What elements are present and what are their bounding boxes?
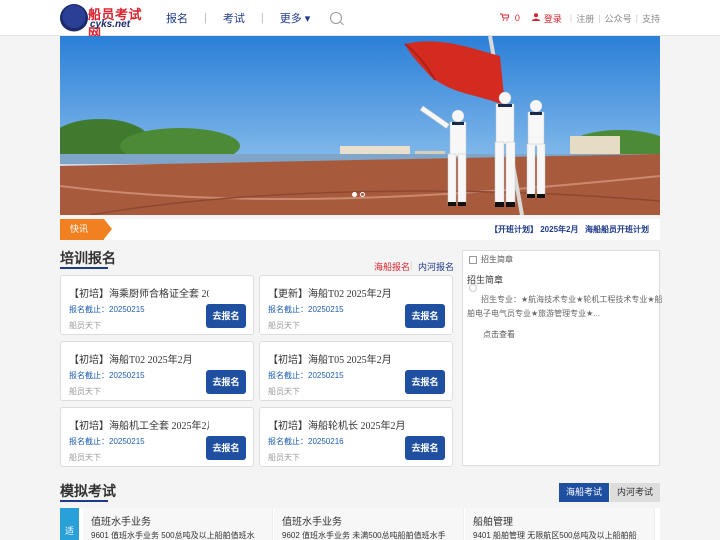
top-header: 船员考试网 cyks.net 报名 | 考试 | 更多 ▾ 0 登录 | 注册 …: [0, 0, 720, 41]
exam-item[interactable]: 船舶管理 9401 船舶管理 无限航区500总吨及以上船舶船: [465, 508, 655, 540]
course-title: 【初培】海船机工全套 2025年2月: [69, 421, 209, 432]
course-title: 【初培】海船轮机长 2025年2月: [268, 421, 406, 432]
user-icon: [531, 13, 540, 23]
banner-pagination: [352, 192, 365, 197]
carousel-prev-icon[interactable]: [469, 284, 477, 292]
course-deadline: 报名截止：20250216: [268, 437, 344, 446]
broken-image-icon: [469, 255, 477, 264]
tab-separator: |: [410, 260, 413, 270]
signup-button[interactable]: 去报名: [405, 436, 445, 460]
brochure-text: 招生专业：★航海技术专业★轮机工程技术专业★船舶电子电气员专业★旅游管理专业★.…: [467, 295, 663, 318]
course-deadline: 报名截止：20250215: [69, 437, 145, 446]
exam-item-desc: 9602 值班水手业务 未满500总吨船舶值班水手: [282, 531, 446, 540]
header-separator: |: [598, 13, 601, 23]
nav-separator: |: [260, 12, 264, 24]
news-ticker: 快讯 【开班计划】 2025年2月 海船船员开班计划: [60, 219, 660, 240]
login-link[interactable]: 登录: [544, 12, 562, 25]
course-source: 船员天下: [268, 387, 300, 396]
news-tag: 快讯: [60, 219, 112, 240]
course-source: 船员天下: [268, 453, 300, 462]
course-title: 【更新】海船T02 2025年2月: [268, 289, 392, 300]
course-source: 船员天下: [69, 387, 101, 396]
course-card[interactable]: 【更新】海船T02 2025年2月 报名截止：20250215 船员天下 去报名: [259, 275, 453, 335]
exam-item-title: 船舶管理: [473, 517, 513, 528]
exam-item[interactable]: 值班水手业务 9601 值班水手业务 500总吨及以上船舶值班水: [83, 508, 273, 540]
course-card[interactable]: 【初培】海船T05 2025年2月 报名截止：20250215 船员天下 去报名: [259, 341, 453, 401]
course-title: 【初培】海船T02 2025年2月: [69, 355, 193, 366]
header-separator: |: [635, 13, 638, 23]
logo-emblem-icon: [60, 4, 88, 32]
signup-button[interactable]: 去报名: [206, 370, 246, 394]
section-title-exam: 模拟考试: [60, 483, 116, 499]
course-source: 船员天下: [69, 453, 101, 462]
course-deadline: 报名截止：20250215: [268, 305, 344, 314]
support-link[interactable]: 支持: [642, 12, 660, 25]
nav-more-label: 更多: [279, 13, 302, 25]
course-card[interactable]: 【初培】海船机工全套 2025年2月 报名截止：20250215 船员天下 去报…: [60, 407, 254, 467]
register-link[interactable]: 注册: [576, 12, 594, 25]
course-source: 船员天下: [268, 321, 300, 330]
banner-flag-ceremony-image: [60, 36, 660, 215]
news-item[interactable]: 海船船员开班计划: [585, 219, 649, 240]
view-more-link[interactable]: 点击查看: [483, 329, 515, 340]
cart-count: 0: [514, 13, 520, 23]
exam-side-tab[interactable]: 适: [60, 508, 79, 540]
news-item[interactable]: 【开班计划】 2025年2月: [490, 219, 578, 240]
exam-item-title: 值班水手业务: [282, 517, 342, 528]
brochure-image-alt: 招生简章: [481, 255, 513, 264]
banner-dot[interactable]: [352, 192, 357, 197]
course-deadline: 报名截止：20250215: [69, 305, 145, 314]
course-card[interactable]: 【初培】海乘厨师合格证全套 202 报名截止：20250215 船员天下 去报名: [60, 275, 254, 335]
nav-item-signup[interactable]: 报名: [156, 10, 198, 26]
section-underline: [60, 267, 108, 269]
search-icon[interactable]: [330, 12, 343, 24]
nav-item-exam[interactable]: 考试: [213, 10, 255, 26]
signup-button[interactable]: 去报名: [405, 304, 445, 328]
exam-list: 适 值班水手业务 9601 值班水手业务 500总吨及以上船舶值班水 值班水手业…: [60, 508, 660, 540]
exam-item-desc: 9401 船舶管理 无限航区500总吨及以上船舶船: [473, 531, 637, 540]
signup-button[interactable]: 去报名: [206, 304, 246, 328]
enrollment-brochure-panel: 招生简章 招生简章 招生专业：★航海技术专业★轮机工程技术专业★船舶电子电气员专…: [462, 250, 663, 466]
header-separator: |: [569, 13, 573, 23]
course-card[interactable]: 【初培】海船轮机长 2025年2月 报名截止：20250216 船员天下 去报名: [259, 407, 453, 467]
tab-river-exam[interactable]: 内河考试: [610, 483, 660, 502]
logo-domain: cyks.net: [90, 19, 131, 30]
site-logo[interactable]: 船员考试网 cyks.net: [60, 4, 146, 41]
main-nav: 报名 | 考试 | 更多 ▾: [156, 0, 343, 36]
tab-sea-signup[interactable]: 海船报名: [374, 260, 410, 273]
tab-river-signup[interactable]: 内河报名: [418, 260, 454, 273]
section-title-training: 培训报名: [60, 250, 116, 266]
hero-banner[interactable]: [60, 36, 660, 215]
cart-icon[interactable]: [499, 13, 510, 23]
tab-sea-exam[interactable]: 海船考试: [559, 483, 609, 502]
header-user-area: 0 登录 | 注册 | 公众号 | 支持: [499, 0, 660, 36]
exam-item-desc: 9601 值班水手业务 500总吨及以上船舶值班水: [91, 531, 255, 540]
public-account-link[interactable]: 公众号: [605, 12, 632, 25]
course-source: 船员天下: [69, 321, 101, 330]
nav-item-more[interactable]: 更多 ▾: [270, 10, 321, 26]
course-title: 【初培】海乘厨师合格证全套 202: [69, 289, 209, 300]
exam-item[interactable]: 值班水手业务 9602 值班水手业务 未满500总吨船舶值班水手: [274, 508, 464, 540]
course-card[interactable]: 【初培】海船T02 2025年2月 报名截止：20250215 船员天下 去报名: [60, 341, 254, 401]
course-deadline: 报名截止：20250215: [69, 371, 145, 380]
brochure-image-placeholder: 招生简章: [469, 254, 513, 265]
banner-dot[interactable]: [360, 192, 365, 197]
signup-button[interactable]: 去报名: [405, 370, 445, 394]
course-deadline: 报名截止：20250215: [268, 371, 344, 380]
section-underline: [60, 500, 108, 502]
course-title: 【初培】海船T05 2025年2月: [268, 355, 392, 366]
chevron-down-icon: ▾: [304, 13, 311, 25]
nav-separator: |: [204, 12, 207, 24]
exam-item-title: 值班水手业务: [91, 517, 151, 528]
signup-button[interactable]: 去报名: [206, 436, 246, 460]
